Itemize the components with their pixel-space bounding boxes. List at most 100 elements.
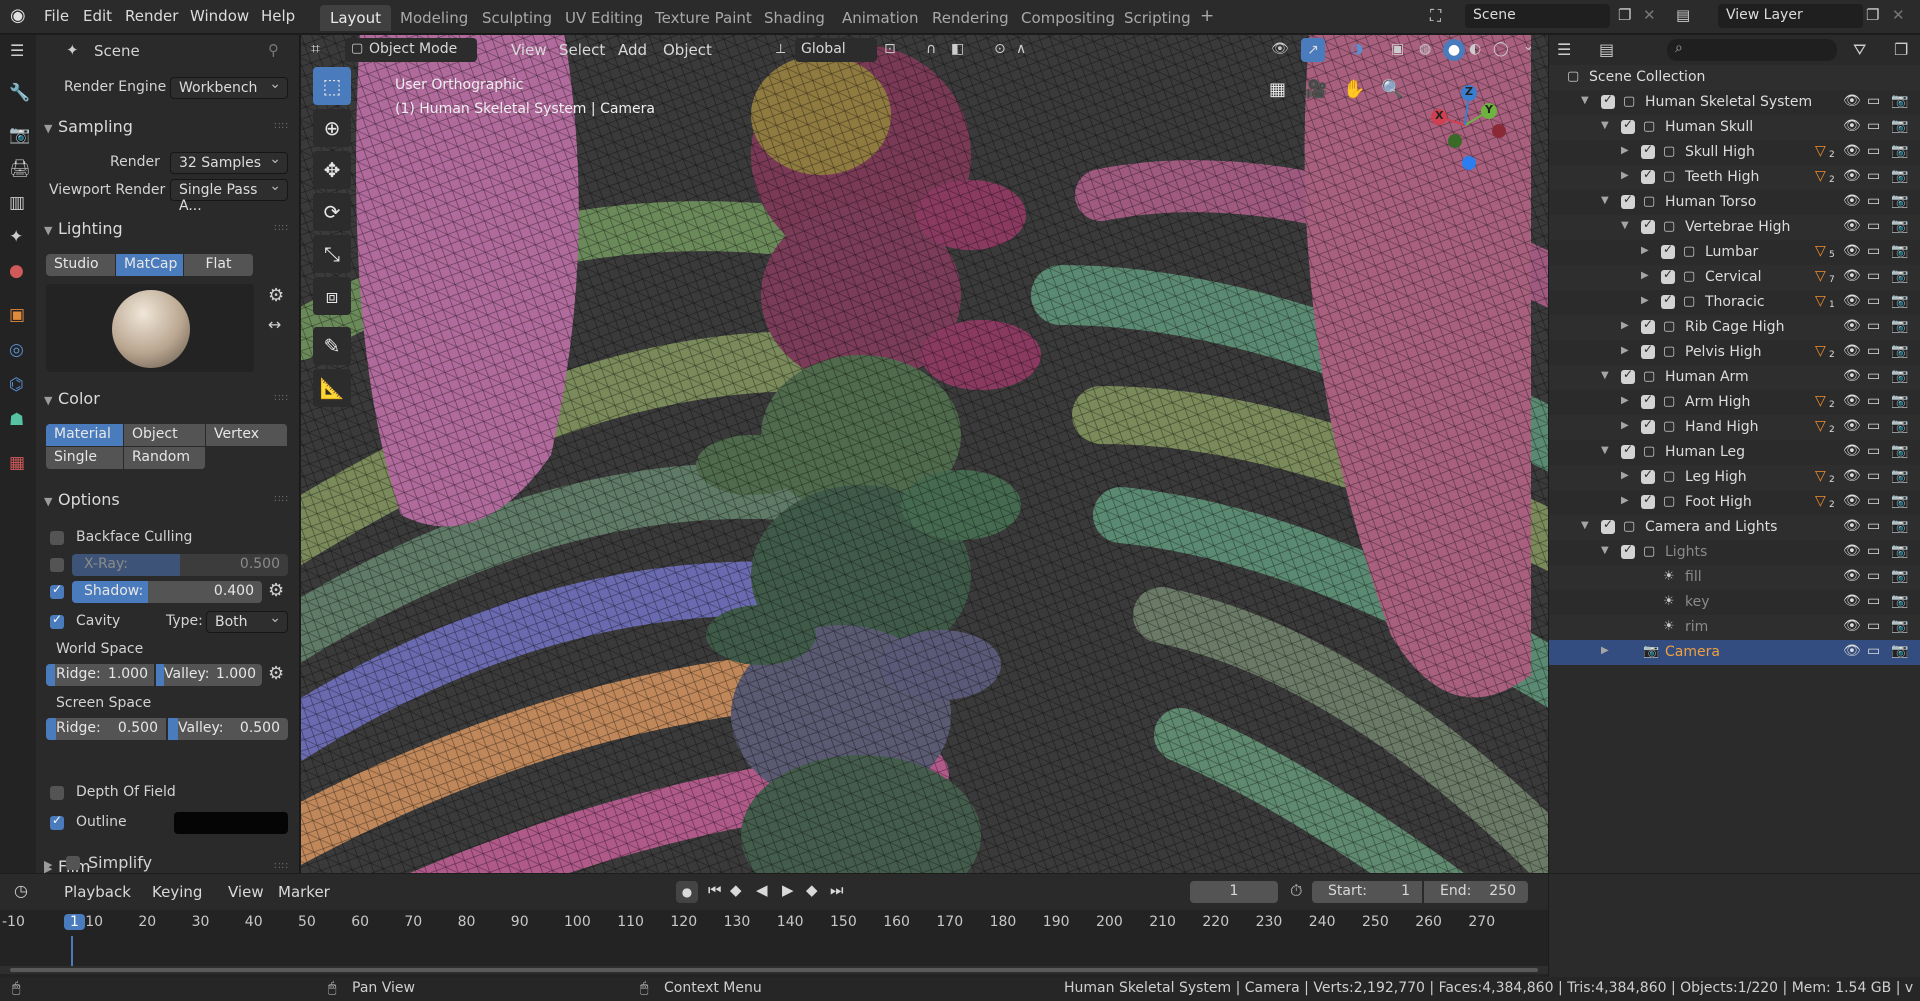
viewport-menu-object[interactable]: Object [663, 41, 712, 59]
disable-in-renders-icon[interactable]: 📷 [1891, 193, 1908, 209]
expand-arrow-icon[interactable]: ▶ [1621, 145, 1629, 156]
outline-color-swatch[interactable] [174, 812, 288, 834]
material-shading-icon[interactable]: ◐ [1469, 41, 1481, 57]
disable-in-renders-icon[interactable]: 📷 [1891, 618, 1908, 634]
outliner-row[interactable]: ▼ ▢ Vertebrae High 👁 ▭ 📷 [1549, 215, 1920, 240]
expand-arrow-icon[interactable]: ▶ [1621, 495, 1629, 506]
disable-in-viewports-icon[interactable]: ▭ [1867, 443, 1880, 459]
disable-in-viewports-icon[interactable]: ▭ [1867, 393, 1880, 409]
scene-field[interactable]: Scene [1465, 4, 1610, 28]
expand-arrow-icon[interactable]: ▼ [1601, 370, 1609, 381]
hide-in-viewport-icon[interactable]: 👁 [1843, 468, 1861, 484]
exclude-checkbox[interactable] [1661, 267, 1675, 284]
matcap-preview[interactable] [46, 284, 254, 372]
expand-arrow-icon[interactable]: ▶ [1621, 470, 1629, 481]
disable-in-viewports-icon[interactable]: ▭ [1867, 243, 1880, 259]
outliner-row[interactable]: ▶ ▢ Lumbar ▽5 👁 ▭ 📷 [1549, 240, 1920, 265]
disable-in-viewports-icon[interactable]: ▭ [1867, 543, 1880, 559]
simplify-header[interactable]: ▶ [44, 853, 58, 872]
disable-in-renders-icon[interactable]: 📷 [1891, 493, 1908, 509]
scale-tool[interactable]: ⤡ [313, 235, 351, 273]
view-layer-tab-icon[interactable]: ▥ [9, 193, 25, 213]
tab-shading[interactable]: Shading [754, 5, 835, 31]
hide-in-viewport-icon[interactable]: 👁 [1843, 493, 1861, 509]
outliner-row[interactable]: ▶ ▢ Hand High ▽2 👁 ▭ 📷 [1549, 415, 1920, 440]
disable-in-renders-icon[interactable]: 📷 [1891, 468, 1908, 484]
navigation-gizmo[interactable]: X Y Z [1419, 75, 1511, 175]
xray-checkbox[interactable] [50, 558, 64, 572]
hide-in-viewport-icon[interactable]: 👁 [1843, 143, 1861, 159]
options-header[interactable]: ▼ Options [44, 490, 120, 509]
outliner-row[interactable]: ☀ key 👁 ▭ 📷 [1549, 590, 1920, 615]
disable-in-renders-icon[interactable]: 📷 [1891, 393, 1908, 409]
shadow-slider[interactable]: Shadow: 0.400 [72, 581, 262, 603]
wireframe-shading-icon[interactable]: ◍ [1419, 41, 1431, 57]
output-tab-icon[interactable]: 🖨 [9, 159, 31, 179]
timeline-body[interactable]: -10 1 10 20 30 40 50 60 70 80 90 100 110 120 130 140 150… [0, 910, 1548, 977]
expand-arrow-icon[interactable]: ▶ [1621, 395, 1629, 406]
hide-in-viewport-icon[interactable]: 👁 [1843, 318, 1861, 334]
hide-in-viewport-icon[interactable]: 👁 [1843, 268, 1861, 284]
visibility-icon[interactable]: 👁 [1271, 41, 1289, 57]
disable-in-viewports-icon[interactable]: ▭ [1867, 318, 1880, 334]
disable-in-viewports-icon[interactable]: ▭ [1867, 293, 1880, 309]
outliner-search-input[interactable]: ⌕ [1667, 39, 1837, 61]
gizmo-toggle-icon[interactable]: ↗ [1301, 38, 1325, 62]
exclude-checkbox[interactable] [1641, 467, 1655, 484]
editor-type-3d-icon[interactable]: ⌗ [311, 39, 320, 59]
view-layer-field[interactable]: View Layer [1718, 4, 1863, 28]
disable-in-viewports-icon[interactable]: ▭ [1867, 168, 1880, 184]
viewport-menu-add[interactable]: Add [618, 41, 647, 59]
pivot-icon[interactable]: ⊡ [884, 41, 896, 57]
new-collection-icon[interactable]: ❐ [1894, 40, 1908, 59]
disable-in-viewports-icon[interactable]: ▭ [1867, 268, 1880, 284]
ss-ridge-slider[interactable]: Ridge: 0.500 [46, 718, 166, 740]
expand-arrow-icon[interactable]: ▶ [1641, 295, 1649, 306]
jump-end-icon[interactable]: ⏭ [830, 881, 844, 899]
disable-in-renders-icon[interactable]: 📷 [1891, 218, 1908, 234]
expand-arrow-icon[interactable]: ▼ [1581, 520, 1589, 531]
exclude-checkbox[interactable] [1621, 542, 1635, 559]
color-material[interactable]: Material [46, 424, 124, 446]
mode-dropdown[interactable]: Object Mode [345, 38, 477, 62]
exclude-checkbox[interactable] [1621, 192, 1635, 209]
mesh-data-icon[interactable]: ▽ [1815, 243, 1826, 259]
expand-arrow-icon[interactable]: ▶ [1621, 420, 1629, 431]
new-view-layer-icon[interactable]: ❐ [1866, 6, 1879, 24]
disable-in-viewports-icon[interactable]: ▭ [1867, 193, 1880, 209]
annotate-tool[interactable]: ✎ [313, 327, 351, 365]
tab-compositing[interactable]: Compositing [1011, 5, 1125, 31]
snap-icon[interactable]: ∩ [926, 41, 936, 57]
options-grip[interactable]: ∷∷ [274, 494, 289, 505]
outliner-row[interactable]: ▶ ▢ Rib Cage High 👁 ▭ 📷 [1549, 315, 1920, 340]
lighting-grip[interactable]: ∷∷ [274, 223, 289, 234]
view-layer-icon[interactable]: ▤ [1676, 6, 1690, 24]
expand-arrow-icon[interactable]: ▶ [1601, 645, 1609, 656]
delete-scene-icon[interactable]: ✕ [1643, 6, 1656, 24]
disable-in-viewports-icon[interactable]: ▭ [1867, 568, 1880, 584]
hide-in-viewport-icon[interactable]: 👁 [1843, 568, 1861, 584]
xray-slider[interactable]: X-Ray: 0.500 [72, 554, 288, 576]
outliner-row[interactable]: ▢ Scene Collection [1549, 65, 1920, 90]
disable-in-renders-icon[interactable]: 📷 [1891, 643, 1908, 659]
play-reverse-icon[interactable]: ◀ [756, 881, 768, 899]
color-grip[interactable]: ∷∷ [274, 393, 289, 404]
exclude-checkbox[interactable] [1641, 317, 1655, 334]
expand-arrow-icon[interactable]: ▼ [1581, 95, 1589, 106]
expand-arrow-icon[interactable]: ▼ [1601, 545, 1609, 556]
exclude-checkbox[interactable] [1641, 417, 1655, 434]
xray-toggle-icon[interactable]: ▣ [1391, 41, 1404, 57]
zoom-icon[interactable]: 🔍 [1381, 79, 1403, 100]
disable-in-renders-icon[interactable]: 📷 [1891, 168, 1908, 184]
dof-checkbox[interactable] [50, 786, 64, 800]
add-workspace-icon[interactable]: + [1200, 6, 1214, 26]
disable-in-viewports-icon[interactable]: ▭ [1867, 593, 1880, 609]
disable-in-renders-icon[interactable]: 📷 [1891, 268, 1908, 284]
mesh-data-icon[interactable]: ▽ [1815, 143, 1826, 159]
constraint-tab-icon[interactable]: ⌬ [9, 375, 24, 395]
disable-in-renders-icon[interactable]: 📷 [1891, 93, 1908, 109]
expand-arrow-icon[interactable]: ▶ [1641, 245, 1649, 256]
exclude-checkbox[interactable] [1641, 392, 1655, 409]
sampling-header[interactable]: ▼ Sampling [44, 117, 133, 136]
pin-icon[interactable]: ⚲ [268, 41, 279, 59]
